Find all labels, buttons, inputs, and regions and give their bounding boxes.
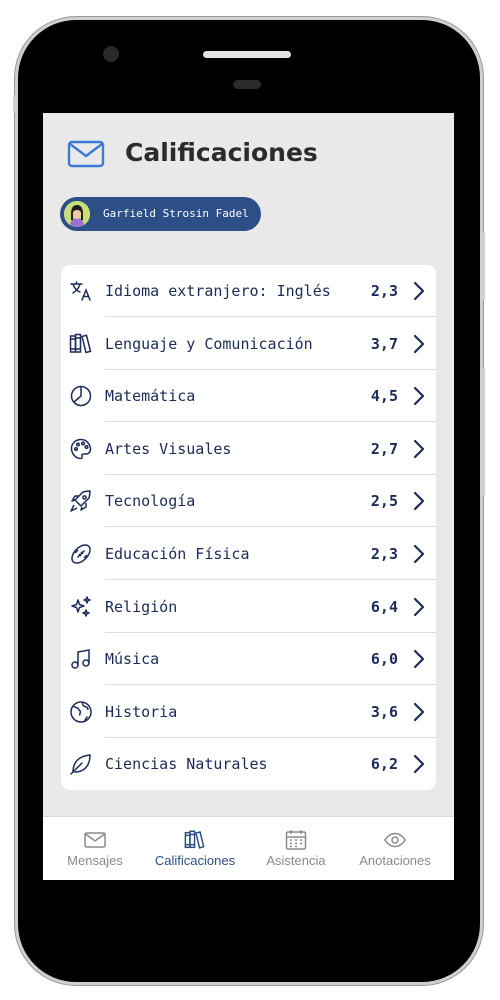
subject-label: Historia — [105, 703, 178, 721]
globe-icon — [70, 701, 92, 723]
calendar-icon — [285, 830, 307, 850]
side-button-left — [13, 95, 18, 113]
subject-row-musica[interactable]: Música 6,0 — [61, 633, 436, 685]
side-button-right-top — [480, 232, 485, 300]
subject-row-matematica[interactable]: Matemática 4,5 — [61, 370, 436, 422]
chevron-right-icon — [413, 386, 425, 406]
earpiece-speaker — [203, 51, 291, 58]
pie-chart-icon — [70, 385, 92, 407]
subject-label: Artes Visuales — [105, 440, 232, 458]
subject-label: Matemática — [105, 387, 196, 405]
palette-icon — [70, 438, 92, 460]
subject-grade: 3,7 — [370, 335, 398, 353]
mail-icon[interactable] — [67, 139, 105, 169]
translate-icon — [70, 281, 91, 301]
chevron-right-icon — [413, 649, 425, 669]
header: Calificaciones — [43, 113, 454, 203]
sparkles-icon — [71, 596, 91, 617]
subject-grade: 2,5 — [370, 492, 398, 510]
subject-grade: 6,2 — [370, 755, 398, 773]
tab-label: Mensajes — [67, 853, 123, 868]
subject-label: Música — [105, 650, 160, 668]
subject-row-lenguaje[interactable]: Lenguaje y Comunicación 3,7 — [61, 318, 436, 370]
subject-grade: 3,6 — [370, 703, 398, 721]
subject-label: Educación Física — [105, 545, 250, 563]
subject-label: Tecnología — [105, 492, 196, 510]
chevron-right-icon — [413, 544, 425, 564]
tab-asistencia[interactable]: Asistencia — [246, 817, 346, 880]
student-avatar — [64, 201, 90, 227]
chevron-right-icon — [413, 334, 425, 354]
chevron-right-icon — [413, 439, 425, 459]
front-camera — [103, 46, 119, 62]
chevron-right-icon — [413, 491, 425, 511]
tab-anotaciones[interactable]: Anotaciones — [345, 817, 445, 880]
subject-row-historia[interactable]: Historia 3,6 — [61, 686, 436, 738]
chevron-right-icon — [413, 281, 425, 301]
student-name: Garfield Strosin Fadel — [103, 207, 249, 220]
row-divider — [105, 421, 436, 422]
subject-row-tecnologia[interactable]: Tecnología 2,5 — [61, 475, 436, 527]
eye-icon — [384, 832, 406, 848]
row-divider — [105, 316, 436, 317]
subject-row-ciencias[interactable]: Ciencias Naturales 6,2 — [61, 738, 436, 790]
page-title: Calificaciones — [125, 138, 318, 167]
books-icon — [184, 830, 205, 849]
student-selector[interactable]: Garfield Strosin Fadel — [60, 197, 261, 231]
row-divider — [105, 526, 436, 527]
subject-grade: 2,3 — [370, 545, 398, 563]
music-note-icon — [71, 649, 90, 669]
subject-row-educacion-fisica[interactable]: Educación Física 2,3 — [61, 528, 436, 580]
bottom-tab-bar: Mensajes Calificaciones Asistencia Anota… — [43, 816, 454, 880]
subject-label: Religión — [105, 598, 178, 616]
tab-mensajes[interactable]: Mensajes — [45, 817, 145, 880]
tab-calificaciones[interactable]: Calificaciones — [145, 817, 245, 880]
chevron-right-icon — [413, 754, 425, 774]
proximity-sensor — [233, 80, 261, 89]
rocket-icon — [70, 490, 91, 512]
subject-grade: 6,0 — [370, 650, 398, 668]
football-icon — [71, 544, 91, 564]
mail-icon — [84, 832, 106, 848]
row-divider — [105, 579, 436, 580]
subject-row-ingles[interactable]: Idioma extranjero: Inglés 2,3 — [61, 265, 436, 317]
tab-label: Anotaciones — [359, 853, 431, 868]
books-icon — [69, 333, 92, 354]
subject-row-religion[interactable]: Religión 6,4 — [61, 581, 436, 633]
subject-label: Ciencias Naturales — [105, 755, 268, 773]
tab-label: Asistencia — [266, 853, 326, 868]
subject-grade: 4,5 — [370, 387, 398, 405]
subjects-card: Idioma extranjero: Inglés 2,3 Lenguaje y… — [61, 265, 436, 790]
app-screen: Calificaciones Garfield Strosin Fadel Id… — [43, 113, 454, 880]
subject-grade: 6,4 — [370, 598, 398, 616]
subject-grade: 2,3 — [370, 282, 398, 300]
subject-label: Idioma extranjero: Inglés — [105, 282, 331, 300]
subject-grade: 2,7 — [370, 440, 398, 458]
row-divider — [105, 684, 436, 685]
subject-label: Lenguaje y Comunicación — [105, 335, 313, 353]
tab-label: Calificaciones — [154, 853, 236, 868]
chevron-right-icon — [413, 702, 425, 722]
chevron-right-icon — [413, 597, 425, 617]
leaf-icon — [70, 754, 91, 775]
subject-row-artes[interactable]: Artes Visuales 2,7 — [61, 423, 436, 475]
side-button-right-bottom — [480, 368, 485, 496]
